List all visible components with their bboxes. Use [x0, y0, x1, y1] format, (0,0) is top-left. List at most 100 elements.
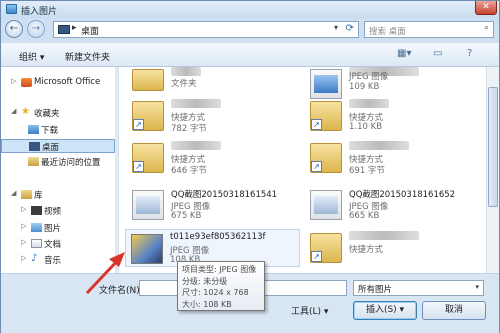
sidebar-item-label: Microsoft Office [34, 77, 101, 87]
preview-pane-icon[interactable]: ▭ [433, 48, 442, 59]
folder-shortcut-icon: ↗ [310, 143, 342, 173]
collapse-icon[interactable]: ◢ [11, 107, 16, 115]
search-input[interactable]: 搜索 桌面 ⌕ [364, 21, 494, 38]
list-item[interactable]: QQ截图20150318161541 JPEG 图像 675 KB [127, 186, 302, 224]
tooltip-dimensions: 尺寸: 1024 x 768 [182, 288, 249, 297]
shortcut-arrow-icon: ↗ [311, 161, 322, 172]
file-size: 675 KB [171, 211, 202, 221]
window-title: 插入图片 [21, 7, 58, 17]
sidebar-item-label: 库 [34, 191, 43, 201]
music-icon: ♪ [31, 253, 38, 264]
sidebar-item-music[interactable]: ▷ ♪ 音乐 [1, 253, 115, 267]
app-icon [6, 4, 17, 14]
expand-icon[interactable]: ▷ [21, 205, 26, 213]
forward-button[interactable]: → [27, 20, 45, 38]
tooltip-size: 大小: 108 KB [182, 299, 232, 309]
new-folder-button[interactable]: 新建文件夹 [65, 50, 110, 63]
tooltip-type: 项目类型: JPEG 图像 [182, 265, 257, 274]
file-info-tooltip: 项目类型: JPEG 图像 分级: 未分级 尺寸: 1024 x 768 大小:… [177, 261, 265, 311]
sidebar-item-libraries[interactable]: ◢ 库 [1, 188, 115, 202]
chevron-down-icon[interactable]: ▾ [475, 283, 479, 291]
star-icon: ★ [21, 106, 30, 117]
file-size: 691 字节 [349, 166, 385, 176]
sidebar-item-documents[interactable]: ▷ 文档 [1, 237, 115, 251]
back-button[interactable]: ← [5, 20, 23, 38]
collapse-icon[interactable]: ◢ [11, 189, 16, 197]
address-bar[interactable]: ▸ 桌面 ▾ ⟳ [53, 21, 359, 38]
expand-icon[interactable]: ▷ [11, 77, 16, 85]
shortcut-arrow-icon: ↗ [133, 119, 144, 130]
documents-icon [31, 239, 42, 248]
expand-icon[interactable]: ▷ [21, 254, 26, 262]
sidebar-item-label: 视频 [44, 207, 62, 217]
filter-value: 所有图片 [358, 285, 393, 295]
file-type: JPEG 图像 [349, 72, 389, 82]
search-icon[interactable]: ⌕ [484, 23, 489, 33]
navigation-pane: ▷ Microsoft Office ◢ ★ 收藏夹 下载 桌面 最近访问的位置… [1, 67, 118, 273]
jpeg-image-icon [310, 69, 342, 99]
blurred-name [171, 67, 201, 76]
file-size: 782 字节 [171, 124, 207, 134]
shortcut-arrow-icon: ↗ [311, 251, 322, 262]
blurred-name [349, 231, 419, 240]
list-item[interactable]: ↗ 快捷方式 646 字节 [127, 139, 302, 177]
shortcut-arrow-icon: ↗ [133, 161, 144, 172]
video-icon [31, 206, 42, 215]
list-item[interactable]: ↗ 快捷方式 691 字节 [305, 139, 480, 177]
library-icon [21, 190, 32, 199]
navigation-bar: ← → ▸ 桌面 ▾ ⟳ 搜索 桌面 ⌕ [1, 18, 499, 41]
view-options-icon[interactable]: ▦▾ [397, 48, 411, 59]
insert-button[interactable]: 插入(S) ▾ [353, 301, 417, 320]
list-item[interactable]: QQ截图20150318161652 JPEG 图像 665 KB [305, 186, 480, 224]
file-list-scrollbar[interactable] [486, 67, 499, 273]
pictures-icon [31, 223, 42, 232]
sidebar-item-label: 下载 [41, 126, 59, 136]
list-item[interactable]: ↗ 快捷方式 1.10 KB [305, 97, 480, 135]
cancel-button[interactable]: 取消 [422, 301, 486, 320]
tools-menu[interactable]: 工具(L) ▾ [291, 304, 328, 317]
file-type: 快捷方式 [349, 245, 384, 255]
blurred-name [349, 99, 389, 108]
folder-shortcut-icon: ↗ [310, 233, 342, 263]
insert-picture-dialog: 插入图片 ✕ ← → ▸ 桌面 ▾ ⟳ 搜索 桌面 ⌕ 组织 ▾ 新建文件夹 ▦… [0, 0, 500, 333]
expand-icon[interactable]: ▷ [21, 222, 26, 230]
sidebar-item-favorites[interactable]: ◢ ★ 收藏夹 [1, 106, 115, 120]
title-bar: 插入图片 ✕ [1, 1, 499, 18]
sidebar-item-label: 桌面 [42, 143, 60, 153]
search-placeholder: 搜索 桌面 [369, 27, 406, 37]
sidebar-item-pictures[interactable]: ▷ 图片 [1, 221, 115, 235]
image-thumbnail [131, 234, 163, 264]
file-name: QQ截图20150318161541 [171, 190, 278, 200]
sidebar-item-recent-places[interactable]: 最近访问的位置 [1, 155, 115, 169]
file-type: 文件夹 [171, 79, 197, 89]
desktop-icon [29, 142, 40, 151]
recent-places-icon [28, 157, 39, 166]
file-type-filter[interactable]: 所有图片 ▾ [353, 280, 484, 296]
sidebar-item-label: 音乐 [44, 256, 62, 266]
close-button[interactable]: ✕ [475, 1, 497, 15]
address-text[interactable]: 桌面 [81, 24, 99, 37]
folder-shortcut-icon: ↗ [132, 101, 164, 131]
list-item[interactable]: ↗ 快捷方式 782 字节 [127, 97, 302, 135]
sidebar-item-desktop[interactable]: 桌面 [1, 139, 115, 153]
folder-icon [132, 69, 164, 91]
refresh-icon[interactable]: ⟳ [346, 23, 354, 34]
chevron-right-icon[interactable]: ▸ [72, 23, 77, 33]
blurred-name [171, 141, 221, 150]
scrollbar-thumb[interactable] [488, 87, 498, 207]
expand-icon[interactable]: ▷ [21, 238, 26, 246]
sidebar-item-downloads[interactable]: 下载 [1, 123, 115, 137]
blurred-name [171, 99, 221, 108]
desktop-icon [58, 25, 70, 34]
sidebar-item-label: 文档 [44, 240, 62, 250]
list-item[interactable]: ↗ 快捷方式 [305, 229, 480, 267]
organize-button[interactable]: 组织 ▾ [19, 50, 44, 63]
file-name: QQ截图20150318161652 [349, 190, 456, 200]
sidebar-scrollbar[interactable] [115, 67, 118, 273]
filename-label: 文件名(N): [99, 286, 143, 296]
help-icon[interactable]: ? [467, 48, 472, 59]
shortcut-arrow-icon: ↗ [311, 119, 322, 130]
chevron-down-icon[interactable]: ▾ [334, 23, 338, 32]
sidebar-item-videos[interactable]: ▷ 视频 [1, 204, 115, 218]
sidebar-item-microsoft-office[interactable]: ▷ Microsoft Office [1, 76, 115, 90]
